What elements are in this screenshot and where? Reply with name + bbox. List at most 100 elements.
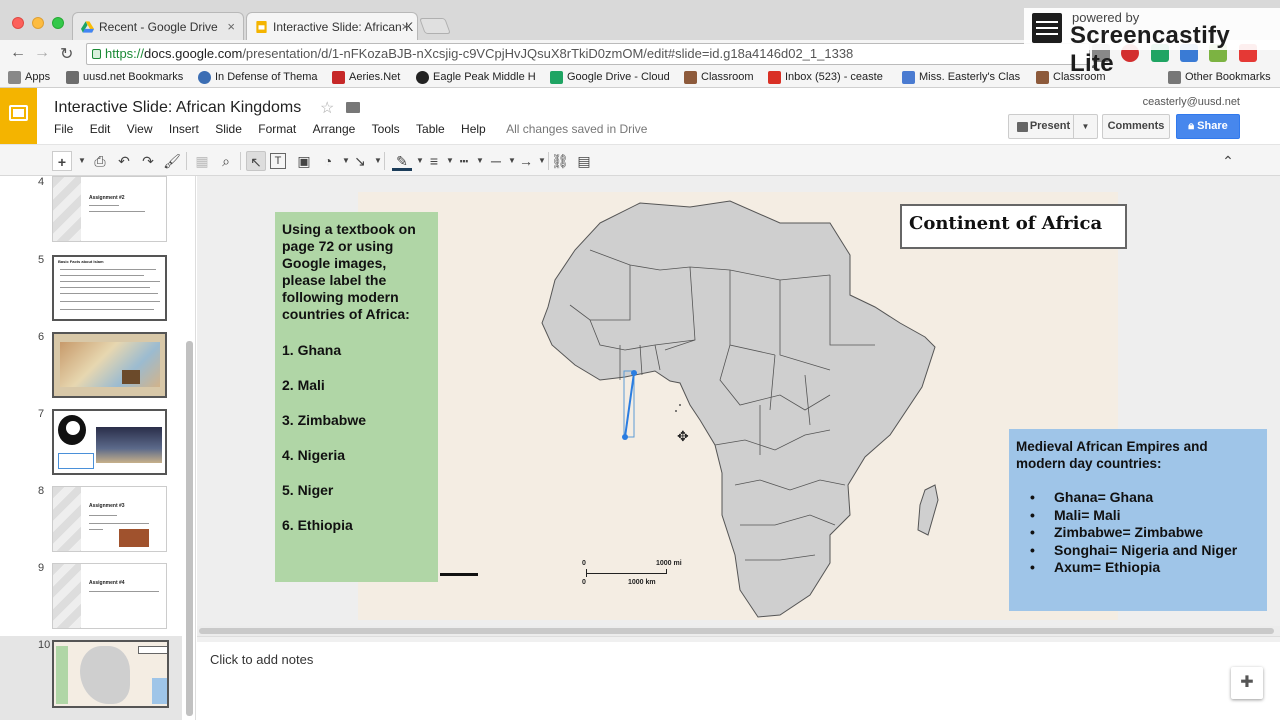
chevron-down-icon[interactable]: ▼ <box>368 151 388 171</box>
canvas-scrollbar[interactable] <box>197 626 1280 636</box>
slide-thumbnail-4[interactable]: Assignment #2 <box>52 176 167 242</box>
drawn-line <box>624 372 635 438</box>
shape-icon[interactable]: ◔ <box>318 151 338 171</box>
instructions-line: Using a textbook on <box>282 221 416 237</box>
line-handle <box>622 434 628 440</box>
new-tab-button[interactable] <box>419 18 451 34</box>
print-icon[interactable]: ⎙ <box>90 151 110 171</box>
scale-mi-label: 1000 mi <box>656 560 682 567</box>
menu-arrange[interactable]: Arrange <box>313 122 356 136</box>
document-title[interactable]: Interactive Slide: African Kingdoms <box>54 99 301 117</box>
gmail-icon <box>768 71 781 84</box>
maximize-window-button[interactable] <box>52 17 64 29</box>
chevron-down-icon[interactable]: ▼ <box>532 151 552 171</box>
star-icon[interactable]: ☆ <box>320 98 334 118</box>
speaker-notes[interactable]: Click to add notes <box>210 652 313 667</box>
redo-icon[interactable]: ↷ <box>138 151 158 171</box>
collapse-chevron-icon[interactable]: ⌃ <box>1218 151 1238 171</box>
menu-edit[interactable]: Edit <box>90 122 111 136</box>
line-shape[interactable] <box>440 573 478 576</box>
menu-tools[interactable]: Tools <box>372 122 400 136</box>
close-tab-icon[interactable]: × <box>227 19 235 34</box>
menu-file[interactable]: File <box>54 122 73 136</box>
slide-number: 7 <box>38 408 45 420</box>
reload-icon[interactable]: ↻ <box>60 44 73 64</box>
back-arrow-icon[interactable]: ← <box>10 44 26 62</box>
browser-tab-drive[interactable]: Recent - Google Drive × <box>72 12 244 40</box>
instructions-box[interactable]: Using a textbook on page 72 or using Goo… <box>275 212 438 582</box>
text-box-icon[interactable]: T <box>270 153 286 169</box>
empires-box[interactable]: Medieval African Empires and modern day … <box>1009 429 1267 611</box>
chevron-down-icon[interactable]: ▼ <box>72 151 92 171</box>
menu-view[interactable]: View <box>127 122 153 136</box>
bookmark-link[interactable]: Google Drive - Cloud <box>550 70 670 85</box>
fit-icon[interactable]: ▦ <box>192 151 212 171</box>
menu-insert[interactable]: Insert <box>169 122 199 136</box>
menu-table[interactable]: Table <box>416 122 445 136</box>
country-list-item: 6. Ethiopia <box>282 517 353 533</box>
slide-number: 5 <box>38 254 45 266</box>
move-cursor-icon: ✥ <box>677 428 689 444</box>
line-icon[interactable]: ↘ <box>350 151 370 171</box>
forward-arrow-icon[interactable]: → <box>34 44 50 62</box>
slides-home-icon[interactable] <box>0 88 37 144</box>
undo-icon[interactable]: ↶ <box>114 151 134 171</box>
slide-number: 9 <box>38 562 45 574</box>
zoom-icon[interactable]: ⌕ <box>216 151 236 171</box>
minimize-window-button[interactable] <box>32 17 44 29</box>
map-scale: 0 1000 mi 0 1000 km <box>580 560 690 590</box>
menu-format[interactable]: Format <box>258 122 296 136</box>
menu-bar: File Edit View Insert Slide Format Arran… <box>54 122 660 138</box>
slide-thumbnail-10[interactable] <box>52 640 169 708</box>
image-icon[interactable]: ▣ <box>294 151 314 171</box>
url-path: /presentation/d/1-nFKozaBJB-nXcsjig-c9VC… <box>242 46 854 61</box>
present-button[interactable]: Present ▼ <box>1008 114 1098 139</box>
line-color-icon[interactable]: ✎ <box>392 151 412 171</box>
menu-slide[interactable]: Slide <box>215 122 242 136</box>
explore-button[interactable]: ✚ <box>1231 667 1263 699</box>
watermark-big-text: Screencastify Lite <box>1070 22 1230 77</box>
slide-thumbnail-6[interactable] <box>52 332 167 398</box>
bookmark-link[interactable]: Inbox (523) - ceaste <box>768 70 883 85</box>
select-arrow-icon[interactable]: ↖ <box>246 151 266 171</box>
africa-map[interactable] <box>530 195 940 620</box>
site-icon <box>416 71 429 84</box>
country-list-item: 5. Niger <box>282 482 334 498</box>
browser-tab-slides[interactable]: Interactive Slide: African K × <box>246 12 418 40</box>
bookmark-link[interactable]: Aeries.Net <box>332 70 400 85</box>
bookmark-folder[interactable]: uusd.net Bookmarks <box>66 70 183 85</box>
paint-format-icon[interactable]: 🖌︎ <box>162 151 182 171</box>
notes-divider[interactable] <box>197 636 1280 642</box>
user-email[interactable]: ceasterly@uusd.net <box>1143 96 1240 108</box>
empire-item: Zimbabwe= Zimbabwe <box>1016 524 1260 542</box>
bookmark-link[interactable]: Classroom <box>684 70 754 85</box>
slide-title[interactable]: Continent of Africa <box>900 204 1127 249</box>
chevron-down-icon[interactable]: ▼ <box>1073 115 1097 138</box>
filmstrip-scrollbar[interactable] <box>186 341 193 716</box>
comment-icon[interactable]: ▤ <box>574 151 594 171</box>
slide-thumbnail-8[interactable]: Assignment #3 <box>52 486 167 552</box>
comments-button[interactable]: Comments <box>1102 114 1170 139</box>
bookmark-apps[interactable]: Apps <box>8 70 50 85</box>
lock-icon <box>92 49 101 59</box>
lock-icon: 🔒︎ <box>1188 120 1198 132</box>
island-dot <box>675 410 677 412</box>
slide-number: 10 <box>38 639 51 651</box>
close-window-button[interactable] <box>12 17 24 29</box>
bookmark-link[interactable]: Eagle Peak Middle H <box>416 70 536 85</box>
folder-icon[interactable] <box>346 102 360 113</box>
new-slide-plus-icon[interactable]: + <box>52 151 72 171</box>
slide-thumbnail-7[interactable] <box>52 409 167 475</box>
close-tab-icon[interactable]: × <box>401 19 409 34</box>
menu-help[interactable]: Help <box>461 122 486 136</box>
bookmark-link[interactable]: In Defense of Thema <box>198 70 318 85</box>
scale-zero-mi: 0 <box>582 560 586 567</box>
madagascar-shape <box>917 484 939 536</box>
slide-thumbnail-5[interactable]: Basic Facts about Islam <box>52 255 167 321</box>
slide-thumbnail-9[interactable]: Assignment #4 <box>52 563 167 629</box>
address-bar[interactable]: https://docs.google.com/presentation/d/1… <box>86 43 1090 65</box>
bookmark-link[interactable]: Miss. Easterly's Clas <box>902 70 1020 85</box>
thumb-title: Basic Facts about Islam <box>58 259 104 264</box>
link-icon[interactable]: ⛓︎ <box>550 151 570 171</box>
share-button[interactable]: 🔒︎ Share <box>1176 114 1240 139</box>
